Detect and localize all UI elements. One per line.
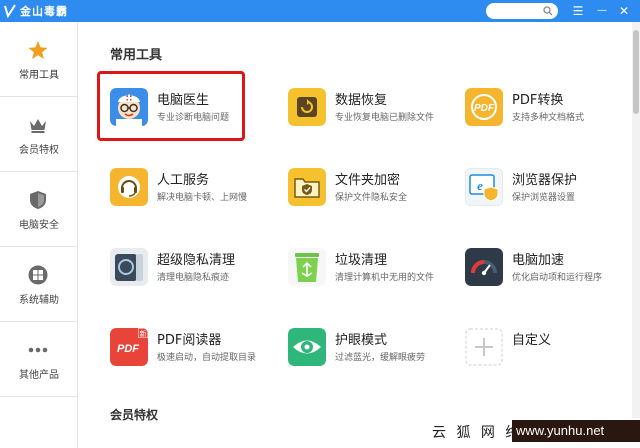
tool-folder-encrypt[interactable]: 文件夹加密 保护文件隐私安全 [288, 168, 458, 226]
search-icon[interactable] [543, 6, 553, 16]
star-icon [28, 41, 48, 59]
scrollbar[interactable] [632, 22, 640, 448]
eye-icon [288, 328, 326, 366]
scrollbar-thumb[interactable] [633, 30, 639, 114]
tool-name: 浏览器保护 [512, 173, 578, 188]
tool-desc: 清理电脑隐私痕迹 [157, 273, 230, 283]
crown-icon [30, 119, 46, 133]
tool-pdf-reader[interactable]: PDF 新 PDF阅读器 极速启动，自动提取目录 [110, 328, 280, 386]
app-logo: 金山毒霸 [4, 3, 68, 19]
windows-icon [28, 265, 48, 285]
tool-junk-clean[interactable]: 垃圾清理 清理计算机中无用的文件 [288, 248, 458, 306]
tool-name: 文件夹加密 [335, 173, 401, 188]
sidebar-item-common-tools[interactable]: 常用工具 [0, 22, 78, 97]
section-vip-title: 会员特权 [110, 408, 159, 422]
tool-desc: 支持多种文档格式 [512, 113, 585, 123]
pdf-badge: PDF [474, 103, 495, 114]
tool-name: 数据恢复 [335, 93, 388, 108]
logo-mark-icon [4, 4, 16, 18]
sidebar-item-label: 其他产品 [19, 370, 59, 381]
app-title: 金山毒霸 [20, 5, 68, 18]
sidebar-item-vip[interactable]: 会员特权 [0, 97, 78, 172]
tool-eye-care[interactable]: 护眼模式 过滤蓝光，缓解眼疲劳 [288, 328, 458, 386]
sidebar-item-label: 常用工具 [19, 70, 59, 81]
pdf-badge: PDF [117, 343, 139, 355]
tool-name: 垃圾清理 [335, 253, 388, 268]
headset-icon [110, 168, 148, 206]
search-box[interactable] [486, 3, 558, 19]
plus-icon [465, 328, 503, 366]
tool-data-recovery[interactable]: 数据恢复 专业恢复电脑已删除文件 [288, 88, 458, 146]
watermark-text: 云 狐 网 络 [432, 425, 523, 441]
sidebar-item-label: 系统辅助 [19, 295, 59, 306]
speedometer-icon [465, 248, 503, 286]
pdf-reader-icon: PDF 新 [110, 328, 148, 366]
sidebar-item-security[interactable]: 电脑安全 [0, 172, 78, 247]
tool-desc: 保护浏览器设置 [512, 193, 576, 203]
sidebar: 常用工具 会员特权 电脑安全 系统辅助 其他产品 [0, 22, 78, 448]
tool-desc: 解决电脑卡顿、上网慢 [157, 193, 248, 203]
tool-pdf-convert[interactable]: PDF PDF转换 支持多种文档格式 [465, 88, 635, 146]
shield-icon [30, 191, 46, 209]
folder-lock-icon [288, 168, 326, 206]
data-recovery-icon [288, 88, 326, 126]
menu-button[interactable]: ☰ [570, 2, 586, 20]
tool-name: 护眼模式 [335, 333, 388, 348]
title-bar: 金山毒霸 ☰ — ✕ [0, 0, 640, 22]
tool-name: 电脑加速 [512, 253, 565, 268]
tool-desc: 专业恢复电脑已删除文件 [335, 113, 435, 123]
tool-customize[interactable]: 自定义 [465, 328, 635, 386]
tool-desc: 极速启动，自动提取目录 [157, 353, 257, 363]
browser-shield-icon: e [465, 168, 503, 206]
trash-bin-icon [288, 248, 326, 286]
privacy-clean-icon [110, 248, 148, 286]
tool-name: PDF阅读器 [157, 333, 222, 348]
more-dots-icon [28, 347, 48, 353]
tool-human-service[interactable]: 人工服务 解决电脑卡顿、上网慢 [110, 168, 280, 226]
watermark: 云 狐 网 络 www.yunhu.net [432, 418, 640, 448]
sidebar-item-system-assist[interactable]: 系统辅助 [0, 247, 78, 322]
sidebar-item-label: 电脑安全 [19, 220, 59, 231]
svg-text:e: e [477, 178, 483, 193]
tool-desc: 保护文件隐私安全 [335, 193, 408, 203]
tool-name: PDF转换 [512, 93, 564, 108]
tool-pc-speedup[interactable]: 电脑加速 优化启动项和运行程序 [465, 248, 635, 306]
minimize-button[interactable]: — [594, 2, 610, 20]
tool-privacy-clean[interactable]: 超级隐私清理 清理电脑隐私痕迹 [110, 248, 280, 306]
tool-desc: 清理计算机中无用的文件 [335, 273, 435, 283]
sidebar-item-label: 会员特权 [19, 145, 59, 156]
tool-name: 自定义 [512, 333, 552, 348]
watermark-url: www.yunhu.net [512, 420, 640, 442]
tool-name: 人工服务 [157, 173, 210, 188]
tool-name: 超级隐私清理 [157, 253, 236, 268]
tool-desc: 过滤蓝光，缓解眼疲劳 [335, 353, 426, 363]
pdf-convert-icon: PDF [465, 88, 503, 126]
section-title: 常用工具 [110, 48, 163, 63]
tool-desc: 优化启动项和运行程序 [512, 273, 603, 283]
sidebar-item-other-products[interactable]: 其他产品 [0, 322, 78, 397]
close-button[interactable]: ✕ [616, 2, 632, 20]
highlight-box [97, 71, 245, 141]
tool-browser-protect[interactable]: e 浏览器保护 保护浏览器设置 [465, 168, 635, 226]
new-badge: 新 [140, 329, 147, 338]
